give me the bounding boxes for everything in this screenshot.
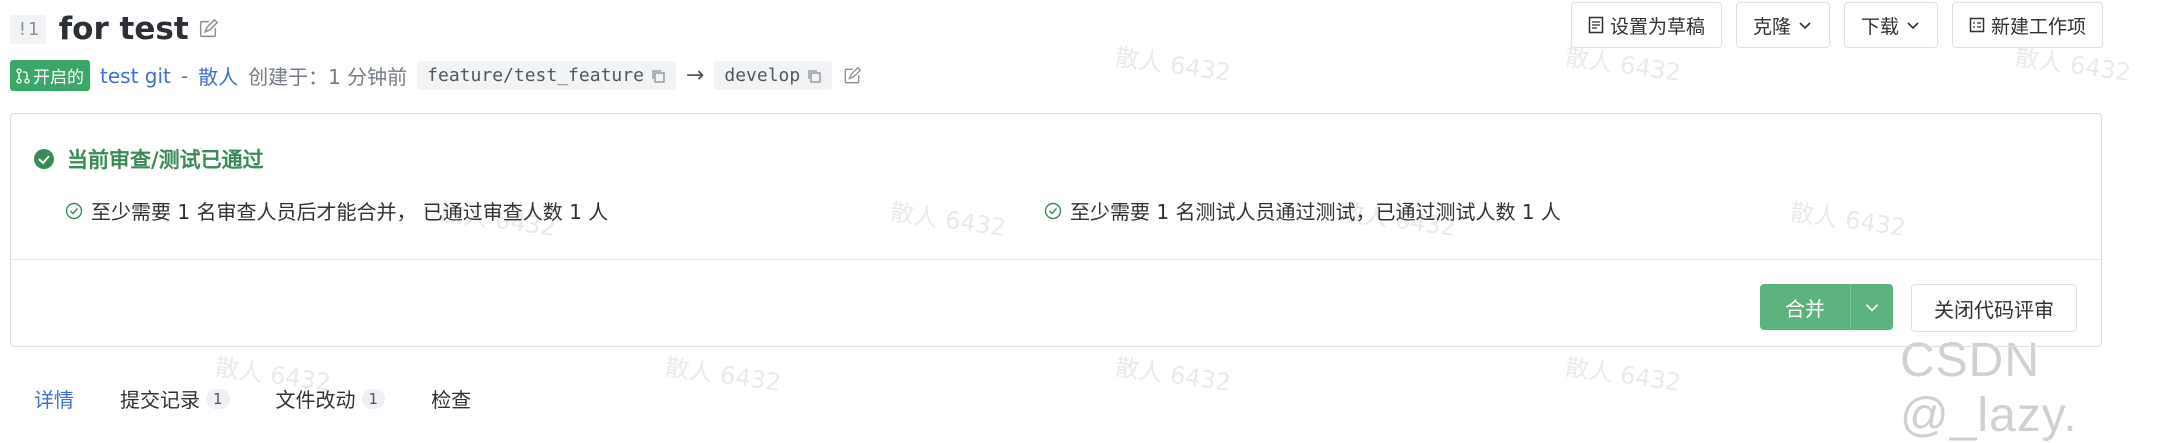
pr-meta: 开启的 test git - 散人 创建于：1 分钟前 feature/test…	[10, 60, 862, 91]
status-badge: 开启的	[10, 60, 90, 91]
merge-button-group: 合并	[1760, 284, 1893, 330]
check-circle-icon	[34, 149, 54, 169]
watermark: 散人 6432	[1113, 352, 1233, 397]
toolbar: 设置为草稿 克隆 下载 新建工作项	[1570, 2, 2103, 48]
merge-options-dropdown[interactable]	[1850, 284, 1893, 330]
tab-label: 文件改动	[275, 388, 356, 412]
set-draft-label: 设置为草稿	[1609, 15, 1705, 38]
source-branch[interactable]: feature/test_feature	[417, 61, 676, 90]
review-status-card: 当前审查/测试已通过 至少需要 1 名审查人员后才能合并， 已通过审查人数 1 …	[10, 113, 2102, 347]
edit-icon[interactable]	[842, 66, 862, 86]
tab-label: 详情	[34, 388, 74, 412]
tab-details[interactable]: 详情	[34, 384, 74, 413]
download-label: 下载	[1860, 15, 1899, 38]
check-circle-outline-icon	[65, 202, 83, 219]
merge-button[interactable]: 合并	[1760, 284, 1850, 330]
pr-number: !1	[10, 14, 46, 44]
edit-icon[interactable]	[197, 18, 219, 40]
target-branch-name: develop	[724, 65, 801, 86]
test-condition: 至少需要 1 名测试人员通过测试，已通过测试人数 1 人	[1044, 196, 1561, 225]
clone-label: 克隆	[1752, 15, 1791, 38]
repo-link[interactable]: test git	[100, 64, 171, 88]
chevron-down-icon	[1907, 22, 1919, 30]
merge-request-icon	[16, 67, 30, 84]
work-item-icon	[1969, 17, 1985, 33]
clone-button[interactable]: 克隆	[1735, 2, 1830, 48]
test-condition-text: 至少需要 1 名测试人员通过测试，已通过测试人数 1 人	[1070, 200, 1561, 224]
copy-icon[interactable]	[650, 68, 666, 84]
download-button[interactable]: 下载	[1843, 2, 1938, 48]
status-label: 开启的	[33, 68, 84, 88]
page-title: for test	[58, 11, 189, 47]
created-time: 创建于：1 分钟前	[248, 65, 408, 89]
draft-icon	[1588, 16, 1604, 34]
set-draft-button[interactable]: 设置为草稿	[1570, 2, 1722, 48]
chevron-down-icon	[1865, 304, 1879, 312]
pr-header: !1 for test	[10, 8, 219, 50]
close-review-button[interactable]: 关闭代码评审	[1911, 284, 2077, 332]
tab-commits[interactable]: 提交记录 1	[120, 384, 230, 413]
source-branch-name: feature/test_feature	[427, 65, 644, 86]
copy-icon[interactable]	[806, 68, 822, 84]
tab-checks[interactable]: 检查	[431, 384, 471, 413]
new-work-item-label: 新建工作项	[1990, 15, 2086, 38]
watermark: 散人 6432	[1113, 42, 1233, 87]
tab-count: 1	[361, 388, 386, 409]
review-status-text: 当前审查/测试已通过	[67, 148, 264, 172]
detail-tabs: 详情 提交记录 1 文件改动 1 检查	[34, 384, 517, 413]
arrow-right-icon: →	[685, 63, 705, 88]
review-status-title: 当前审查/测试已通过	[33, 144, 264, 174]
separator: -	[180, 63, 189, 88]
new-work-item-button[interactable]: 新建工作项	[1951, 2, 2103, 48]
tab-file-changes[interactable]: 文件改动 1	[276, 384, 386, 413]
watermark: 散人 6432	[1563, 352, 1683, 397]
watermark: 散人 6432	[663, 352, 783, 397]
review-condition: 至少需要 1 名审查人员后才能合并， 已通过审查人数 1 人	[65, 196, 608, 225]
review-condition-text: 至少需要 1 名审查人员后才能合并， 已通过审查人数 1 人	[91, 200, 609, 224]
check-circle-outline-icon	[1044, 202, 1062, 219]
review-summary: 当前审查/测试已通过 至少需要 1 名审查人员后才能合并， 已通过审查人数 1 …	[11, 114, 2101, 260]
tab-label: 检查	[431, 388, 472, 412]
tab-count: 1	[206, 388, 230, 409]
target-branch[interactable]: develop	[714, 61, 833, 90]
csdn-watermark: CSDN @_lazy.	[1900, 334, 2078, 442]
chevron-down-icon	[1799, 22, 1811, 30]
tab-label: 提交记录	[120, 388, 200, 412]
author-link[interactable]: 散人	[198, 61, 238, 90]
